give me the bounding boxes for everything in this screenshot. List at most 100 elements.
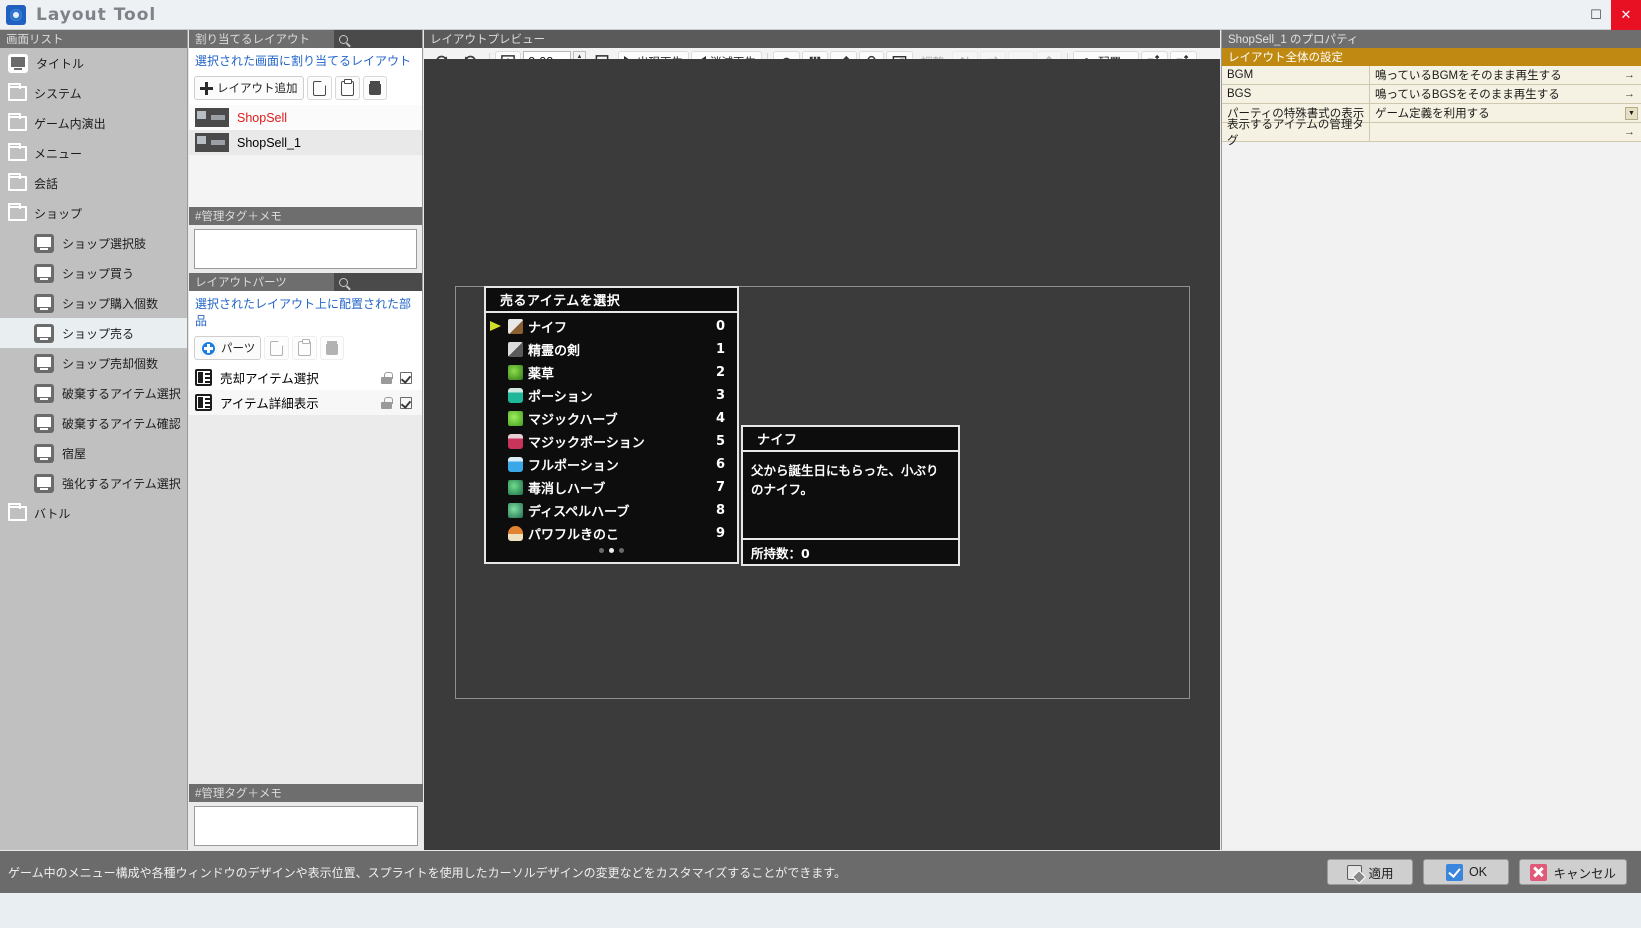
sword-icon	[508, 342, 523, 357]
search-icon	[339, 35, 348, 44]
status-message: ゲーム中のメニュー構成や各種ウィンドウのデザインや表示位置、スプライトを使用した…	[0, 864, 846, 881]
visibility-checkbox[interactable]	[400, 397, 412, 409]
application-window: Layout Tool ☐ ✕ 画面リスト タイトルシステムゲーム内演出メニュー…	[0, 0, 1641, 928]
add-layout-button[interactable]: レイアウト追加	[194, 76, 304, 100]
screen-icon	[34, 444, 54, 463]
sidebar-item-6[interactable]: ショップ選択肢	[0, 228, 187, 258]
layout-parts-title: レイアウトパーツ	[195, 274, 287, 290]
chevron-down-icon[interactable]: ▼	[1625, 107, 1638, 120]
properties-header: ShopSell_1 のプロパティ	[1222, 30, 1641, 48]
property-row[interactable]: BGM鳴っているBGMをそのまま再生する→	[1222, 66, 1641, 85]
game-item-count: 2	[716, 365, 737, 380]
property-value[interactable]: 鳴っているBGSをそのまま再生する→	[1370, 85, 1641, 103]
parts-memo-input[interactable]	[194, 806, 418, 846]
game-item-name: 薬草	[528, 363, 716, 382]
assigned-layout-list[interactable]: ShopSellShopSell_1	[189, 105, 422, 207]
game-item-row[interactable]: 薬草2	[486, 361, 737, 384]
game-item-count: 8	[716, 503, 737, 518]
assign-layout-header: 割り当てるレイアウト	[189, 30, 422, 48]
close-icon	[1530, 864, 1547, 881]
copy-part-button[interactable]	[264, 336, 289, 360]
arrow-right-icon[interactable]: →	[1624, 69, 1635, 81]
visibility-checkbox[interactable]	[400, 372, 412, 384]
sidebar-item-1[interactable]: システム	[0, 78, 187, 108]
sidebar-item-15[interactable]: バトル	[0, 498, 187, 528]
parts-memo-header: #管理タグ＋メモ	[189, 784, 423, 802]
delete-part-button[interactable]	[320, 336, 344, 360]
sidebar-item-8[interactable]: ショップ購入個数	[0, 288, 187, 318]
delete-layout-button[interactable]	[363, 76, 387, 100]
arrow-right-icon[interactable]: →	[1624, 126, 1635, 138]
property-value[interactable]: ゲーム定義を利用する▼	[1370, 104, 1641, 122]
game-item-row[interactable]: フルポーション6	[486, 453, 737, 476]
sidebar-item-3[interactable]: メニュー	[0, 138, 187, 168]
layout-list-item[interactable]: ShopSell	[189, 105, 422, 130]
add-layout-label: レイアウト追加	[217, 80, 298, 96]
assign-memo-input[interactable]	[194, 229, 417, 269]
property-value[interactable]: 鳴っているBGMをそのまま再生する →	[1370, 66, 1641, 84]
game-item-name: パワフルきのこ	[528, 524, 716, 543]
paste-part-button[interactable]	[292, 336, 317, 360]
game-item-row[interactable]: パワフルきのこ9	[486, 522, 737, 545]
paste-layout-button[interactable]	[335, 76, 360, 100]
arrow-right-icon[interactable]: →	[1624, 88, 1635, 100]
check-icon	[1446, 864, 1463, 881]
property-value-text: 鳴っているBGMをそのまま再生する	[1375, 67, 1562, 83]
game-item-row[interactable]: マジックハーブ4	[486, 407, 737, 430]
sidebar-item-14[interactable]: 強化するアイテム選択	[0, 468, 187, 498]
game-item-count: 6	[716, 457, 737, 472]
parts-search-input[interactable]	[334, 273, 422, 291]
layout-parts-list[interactable]: 売却アイテム選択アイテム詳細表示	[189, 365, 422, 415]
game-item-row[interactable]: ナイフ0	[486, 315, 737, 338]
game-item-row[interactable]: ディスペルハーブ8	[486, 499, 737, 522]
property-row[interactable]: BGS鳴っているBGSをそのまま再生する→	[1222, 85, 1641, 104]
page-dot[interactable]	[609, 548, 614, 553]
property-value[interactable]: →	[1370, 123, 1641, 141]
game-item-row[interactable]: マジックポーション5	[486, 430, 737, 453]
part-list-item[interactable]: 売却アイテム選択	[189, 365, 422, 390]
game-item-row[interactable]: ポーション3	[486, 384, 737, 407]
screen-icon	[34, 414, 54, 433]
sidebar-item-7[interactable]: ショップ買う	[0, 258, 187, 288]
page-dot[interactable]	[619, 548, 624, 553]
apply-button[interactable]: 適用	[1327, 859, 1413, 885]
ok-button[interactable]: OK	[1423, 859, 1509, 885]
maximize-button[interactable]: ☐	[1581, 0, 1611, 30]
property-key: BGS	[1222, 85, 1370, 103]
sidebar-item-2[interactable]: ゲーム内演出	[0, 108, 187, 138]
paste-icon	[341, 81, 354, 96]
sidebar-item-13[interactable]: 宿屋	[0, 438, 187, 468]
sidebar-item-12[interactable]: 破棄するアイテム確認	[0, 408, 187, 438]
page-dot[interactable]	[599, 548, 604, 553]
game-item-row[interactable]: 精霊の剣1	[486, 338, 737, 361]
screen-list-tree[interactable]: タイトルシステムゲーム内演出メニュー会話ショップショップ選択肢ショップ買うショッ…	[0, 48, 187, 850]
copy-layout-button[interactable]	[307, 76, 332, 100]
game-item-count: 9	[716, 526, 737, 541]
folder-icon	[8, 176, 27, 191]
sidebar-item-10[interactable]: ショップ売却個数	[0, 348, 187, 378]
item-list[interactable]: ナイフ0精霊の剣1薬草2ポーション3マジックハーブ4マジックポーション5フルポー…	[486, 313, 737, 545]
layout-list-item[interactable]: ShopSell_1	[189, 130, 422, 155]
cancel-button[interactable]: キャンセル	[1519, 859, 1627, 885]
sidebar-item-5[interactable]: ショップ	[0, 198, 187, 228]
close-button[interactable]: ✕	[1611, 0, 1641, 30]
folder-icon	[8, 116, 27, 131]
sidebar-item-4[interactable]: 会話	[0, 168, 187, 198]
game-item-name: ナイフ	[528, 317, 716, 336]
assign-memo-section: #管理タグ＋メモ	[189, 207, 422, 269]
add-part-button[interactable]: パーツ	[194, 336, 261, 360]
part-list-item[interactable]: アイテム詳細表示	[189, 390, 422, 415]
sidebar-item-label: 宿屋	[62, 445, 86, 462]
parts-note: 選択されたレイアウト上に配置された部品	[189, 291, 422, 332]
sidebar-item-9[interactable]: ショップ売る	[0, 318, 187, 348]
sidebar-item-11[interactable]: 破棄するアイテム選択	[0, 378, 187, 408]
property-row[interactable]: 表示するアイテムの管理タグ→	[1222, 123, 1641, 142]
mushroom-icon	[508, 526, 523, 541]
lock-icon[interactable]	[381, 372, 392, 384]
sidebar-item-label: ゲーム内演出	[34, 115, 106, 132]
assign-search-input[interactable]	[334, 30, 422, 48]
magic-herb-icon	[508, 411, 523, 426]
lock-icon[interactable]	[381, 397, 392, 409]
game-item-row[interactable]: 毒消しハーブ7	[486, 476, 737, 499]
sidebar-item-0[interactable]: タイトル	[0, 48, 187, 78]
